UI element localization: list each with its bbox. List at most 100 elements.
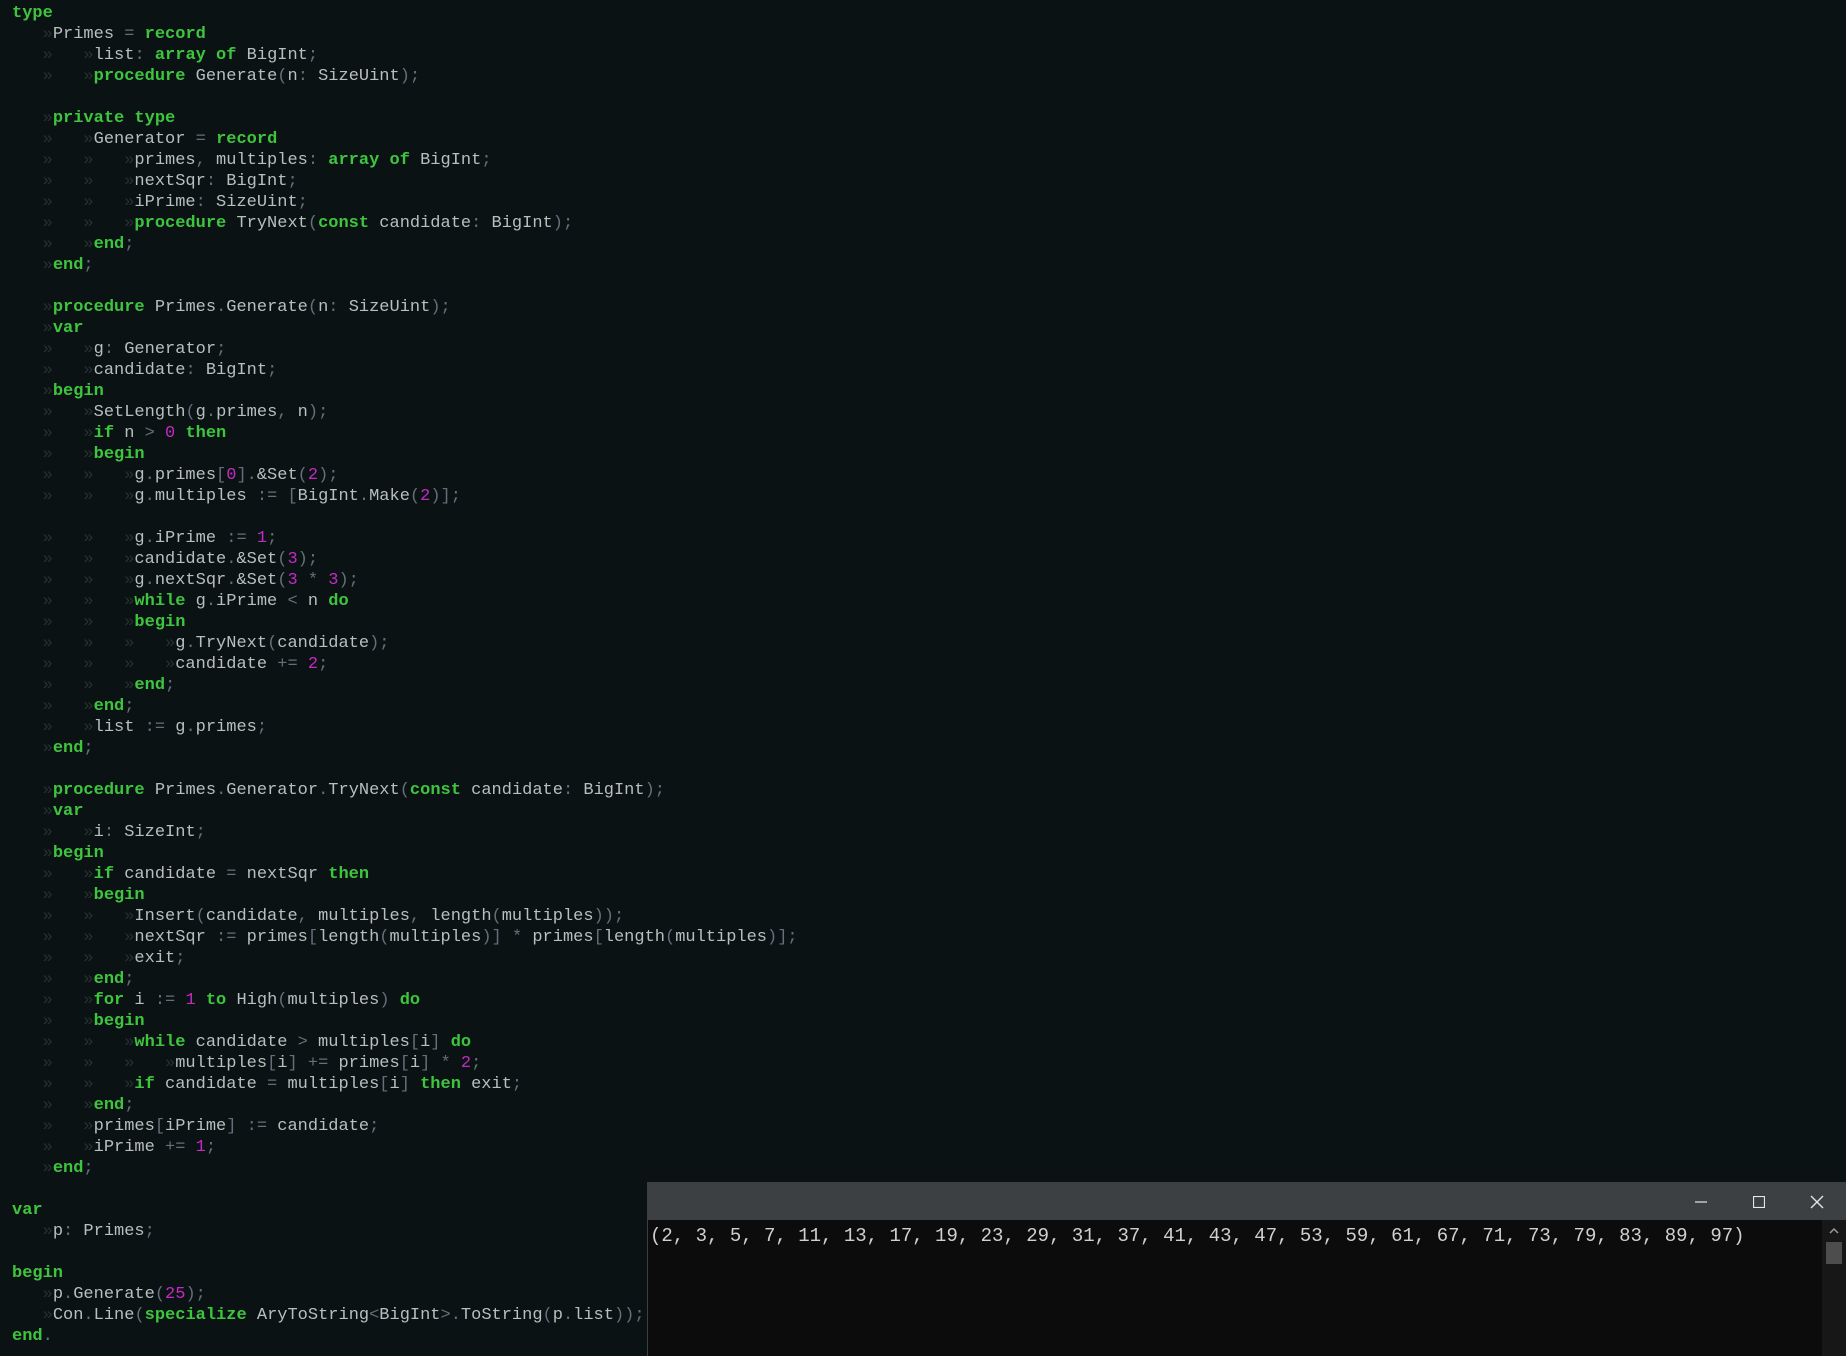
punctuation: ;: [124, 697, 135, 716]
identifier: iPrime: [216, 592, 288, 611]
identifier: Primes: [52, 25, 125, 44]
punctuation: :=: [226, 529, 247, 548]
punctuation: :: [562, 781, 574, 800]
close-button[interactable]: [1788, 1183, 1846, 1220]
punctuation: ,: [297, 907, 308, 926]
minimize-button[interactable]: [1672, 1183, 1730, 1220]
punctuation: =: [195, 130, 206, 149]
punctuation: [: [287, 487, 298, 506]
identifier: Line: [93, 1306, 135, 1325]
maximize-button[interactable]: [1730, 1183, 1788, 1220]
code-line: » » »primes, multiples: array of BigInt;: [12, 150, 798, 171]
identifier: multiples: [154, 487, 257, 506]
punctuation: <: [287, 592, 298, 611]
code-line: »end;: [12, 738, 798, 759]
punctuation: :=: [154, 991, 176, 1010]
number-literal: 0: [165, 424, 176, 443]
indent-marker: » »: [12, 1117, 94, 1136]
keyword: end: [93, 1096, 125, 1115]
keyword: begin: [93, 445, 145, 464]
scroll-up-button[interactable]: [1826, 1224, 1842, 1236]
identifier: [318, 151, 328, 170]
identifier: candidate: [460, 781, 563, 800]
indent-marker: » »: [12, 403, 94, 422]
number-literal: 3: [328, 571, 339, 590]
punctuation: =: [267, 1075, 278, 1094]
identifier: g: [134, 529, 145, 548]
identifier: primes: [195, 718, 257, 737]
identifier: [236, 1117, 246, 1136]
identifier: [298, 1054, 308, 1073]
code-line: » »end;: [12, 1095, 798, 1116]
punctuation: .: [144, 466, 155, 485]
code-line: » » »g.multiples := [BigInt.Make(2)];: [12, 486, 798, 507]
identifier: n: [318, 298, 329, 317]
scroll-thumb[interactable]: [1826, 1242, 1842, 1264]
punctuation: [: [593, 928, 604, 947]
console-title-bar[interactable]: [648, 1183, 1846, 1220]
code-line: »end;: [12, 1158, 798, 1179]
indent-marker: » »: [12, 235, 94, 254]
keyword: end: [93, 697, 125, 716]
code-line: »procedure Primes.Generator.TryNext(cons…: [12, 780, 798, 801]
punctuation: (: [134, 1306, 145, 1325]
identifier: p: [52, 1285, 64, 1304]
punctuation: :: [103, 340, 115, 359]
identifier: [145, 46, 155, 65]
console-scrollbar[interactable]: [1822, 1220, 1846, 1356]
keyword: begin: [134, 613, 186, 632]
punctuation: ;: [256, 718, 268, 737]
identifier: Generator: [93, 130, 196, 149]
punctuation: ;: [124, 1096, 135, 1115]
code-line: » »i: SizeInt;: [12, 822, 798, 843]
code-line: » » »if candidate = multiples[i] then ex…: [12, 1074, 798, 1095]
code-line: »var: [12, 318, 798, 339]
number-literal: 3: [287, 550, 298, 569]
identifier: g: [185, 592, 206, 611]
punctuation: );: [552, 214, 574, 233]
keyword: then: [420, 1075, 461, 1094]
punctuation: ;: [205, 1138, 217, 1157]
identifier: iPrime: [134, 193, 196, 212]
indent-marker: » » » »: [12, 655, 176, 674]
punctuation: ): [379, 991, 390, 1010]
indent-marker: »: [12, 298, 53, 317]
punctuation: (: [195, 907, 206, 926]
code-line: » »iPrime += 1;: [12, 1137, 798, 1158]
indent-marker: » » »: [12, 1075, 135, 1094]
indent-marker: » » »: [12, 550, 135, 569]
punctuation: ;: [267, 361, 278, 380]
punctuation: ,: [277, 403, 288, 422]
punctuation: ,: [409, 907, 421, 926]
identifier: nextSqr: [134, 928, 217, 947]
identifier: SetLength: [93, 403, 186, 422]
identifier: Make: [369, 487, 410, 506]
console-window[interactable]: (2, 3, 5, 7, 11, 13, 17, 19, 23, 29, 31,…: [648, 1183, 1846, 1356]
indent-marker: » » » »: [12, 1054, 176, 1073]
code-line: » » »nextSqr: BigInt;: [12, 171, 798, 192]
keyword: procedure: [52, 781, 145, 800]
number-literal: 1: [256, 529, 268, 548]
punctuation: (: [399, 781, 410, 800]
punctuation: );: [338, 571, 359, 590]
keyword: procedure: [134, 214, 227, 233]
identifier: multiples: [675, 928, 768, 947]
keyword: if: [134, 1075, 155, 1094]
identifier: &Set: [236, 571, 278, 590]
punctuation: .: [205, 592, 217, 611]
punctuation: ;: [369, 1117, 380, 1136]
indent-marker: » » » »: [12, 634, 176, 653]
punctuation: );: [297, 550, 319, 569]
keyword: var: [52, 802, 84, 821]
code-line: » » »nextSqr := primes[length(multiples)…: [12, 927, 798, 948]
number-literal: 2: [460, 1054, 472, 1073]
code-line: » »candidate: BigInt;: [12, 360, 798, 381]
code-editor[interactable]: type »Primes = record » »list: array of …: [12, 3, 798, 1347]
identifier: candidate: [134, 550, 227, 569]
punctuation: );: [399, 67, 421, 86]
number-literal: 3: [287, 571, 298, 590]
identifier: i: [409, 1054, 421, 1073]
punctuation: :: [471, 214, 482, 233]
identifier: length: [603, 928, 665, 947]
